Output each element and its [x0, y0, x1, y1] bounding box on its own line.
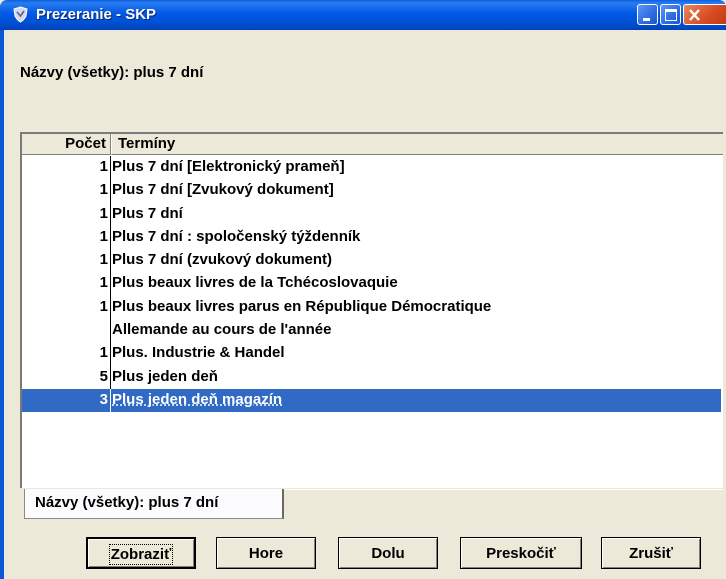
close-button[interactable]	[683, 4, 726, 25]
list-item-count: 1	[99, 274, 108, 292]
list-item-count: 3	[99, 390, 108, 408]
list-item-term: Plus 7 dní	[112, 204, 183, 222]
column-separator	[110, 202, 111, 226]
list-item-count: 1	[99, 251, 108, 269]
result-header-label: Názvy (všetky): plus 7 dní	[20, 64, 204, 81]
list-item-count: 1	[99, 158, 108, 175]
column-separator	[110, 365, 111, 389]
title-bar[interactable]: Prezeranie - SKP	[0, 0, 726, 30]
show-button[interactable]: Zobraziť	[86, 537, 196, 569]
list-item-term: Plus beaux livres de la Tchécoslovaquie	[112, 274, 398, 292]
column-separator	[110, 249, 111, 273]
close-icon	[689, 9, 700, 21]
list-item-term: Plus 7 dní [Zvukový dokument]	[112, 181, 334, 199]
list-item[interactable]: 1 Plus. Industrie & Handel	[22, 342, 721, 366]
list-item-count: 1	[99, 181, 108, 199]
list-item[interactable]: Allemande au cours de l'année	[22, 319, 721, 343]
column-separator	[110, 319, 111, 343]
skip-button[interactable]: Preskočiť	[460, 537, 582, 569]
column-separator	[110, 388, 111, 413]
maximize-button[interactable]	[660, 4, 681, 25]
list-rows: 1 Plus 7 dní [Elektronický prameň] 1 Plus 7…	[22, 156, 721, 413]
list-item[interactable]: 1 Plus 7 dní	[22, 202, 721, 226]
minimize-button[interactable]	[637, 4, 658, 25]
down-button[interactable]: Dolu	[338, 537, 438, 569]
list-item-term: Allemande au cours de l'année	[112, 321, 332, 339]
list-item-term: Plus. Industrie & Handel	[112, 344, 285, 362]
tab-strip-line	[284, 489, 723, 490]
list-item[interactable]: 1 Plus beaux livres de la Tchécoslovaquie	[22, 272, 721, 296]
list-item[interactable]: 1 Plus 7 dní : spoločenský týždenník	[22, 225, 721, 250]
list-item-term: Plus beaux livres parus en République Dé…	[112, 297, 492, 315]
list-item-count: 1	[99, 204, 108, 222]
tab-names-all[interactable]: Názvy (všetky): plus 7 dní	[24, 489, 284, 519]
up-button[interactable]: Hore	[216, 537, 316, 569]
list-item-term: Plus 7 dní (zvukový dokument)	[112, 251, 333, 269]
column-separator	[110, 295, 111, 320]
list-item[interactable]: 1 Plus 7 dní [Elektronický prameň]	[22, 156, 721, 180]
column-separator	[110, 156, 111, 180]
column-separator	[110, 225, 111, 250]
column-header-count[interactable]: Počet	[22, 134, 111, 155]
list-item-term: Plus jeden deň magazín	[112, 390, 283, 408]
shield-app-icon	[13, 6, 28, 23]
column-separator	[110, 272, 111, 296]
terms-list[interactable]: Počet Termíny 1 Plus 7 dní [Elektronický …	[20, 132, 723, 488]
list-item-count: 5	[99, 367, 108, 385]
list-item-term: Plus 7 dní [Elektronický prameň]	[112, 158, 345, 175]
list-item-count: 1	[99, 344, 108, 362]
list-item[interactable]: 1 Plus 7 dní [Zvukový dokument]	[22, 179, 721, 203]
list-item-count: 1	[99, 297, 108, 315]
list-item[interactable]: 5 Plus jeden deň	[22, 365, 721, 389]
list-item[interactable]: 1 Plus 7 dní (zvukový dokument)	[22, 249, 721, 273]
column-header-terms[interactable]: Termíny	[111, 134, 723, 155]
list-item-term: Plus jeden deň	[112, 367, 218, 385]
column-separator	[110, 342, 111, 366]
minimize-icon	[643, 18, 650, 21]
window-frame-left	[0, 30, 4, 579]
list-item[interactable]: 1 Plus beaux livres parus en République D…	[22, 295, 721, 320]
list-item-term: Plus 7 dní : spoločenský týždenník	[112, 227, 361, 245]
maximize-icon	[665, 9, 677, 21]
list-item-count: 1	[99, 227, 108, 245]
column-separator	[110, 179, 111, 203]
show-button-label: Zobraziť	[108, 544, 174, 565]
window-title: Prezeranie - SKP	[36, 6, 157, 23]
cancel-button[interactable]: Zrušiť	[601, 537, 701, 569]
list-item[interactable]: 3 Plus jeden deň magazín	[22, 388, 721, 413]
